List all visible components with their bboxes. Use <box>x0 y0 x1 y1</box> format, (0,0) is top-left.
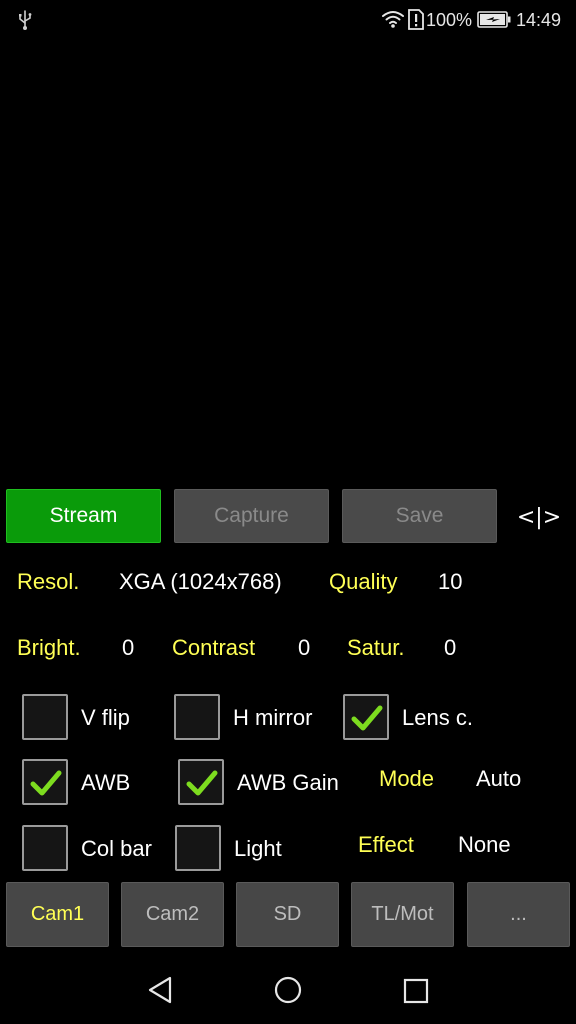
tab-tl-mot[interactable]: TL/Mot <box>351 882 454 947</box>
resolution-label: Resol. <box>17 569 80 594</box>
alert-icon <box>408 9 424 30</box>
checkmark-icon <box>186 770 218 796</box>
recents-icon[interactable] <box>403 978 429 1004</box>
effect-value[interactable]: None <box>458 832 511 858</box>
brightness-value[interactable]: 0 <box>122 635 134 661</box>
tab-sd[interactable]: SD <box>236 882 339 947</box>
status-bar: 100% 14:49 <box>0 0 576 40</box>
stream-button[interactable]: Stream <box>6 489 161 543</box>
toggle-panel-icon[interactable]: <|> <box>515 503 563 533</box>
capture-button[interactable]: Capture <box>174 489 329 543</box>
usb-icon <box>19 10 32 30</box>
lensc-checkbox[interactable] <box>343 694 389 740</box>
contrast-label: Contrast <box>172 635 256 660</box>
colbar-label: Col bar <box>81 836 152 861</box>
save-button[interactable]: Save <box>342 489 497 543</box>
light-label: Light <box>234 836 282 861</box>
awbgain-label: AWB Gain <box>237 770 339 795</box>
tab-cam2[interactable]: Cam2 <box>121 882 224 947</box>
awbgain-checkbox[interactable] <box>178 759 224 805</box>
battery-percentage: 100% <box>426 10 473 30</box>
clock: 14:49 <box>516 10 562 30</box>
awb-label: AWB <box>81 770 131 795</box>
quality-label: Quality <box>329 569 398 594</box>
mode-label: Mode <box>379 766 435 791</box>
resolution-value[interactable]: XGA (1024x768) <box>119 569 282 595</box>
quality-value[interactable]: 10 <box>438 569 462 595</box>
colbar-checkbox[interactable] <box>22 825 68 871</box>
effect-label: Effect <box>358 832 414 857</box>
mode-value[interactable]: Auto <box>476 766 521 792</box>
wifi-icon <box>382 11 404 28</box>
lensc-label: Lens c. <box>402 705 473 730</box>
hmirror-checkbox[interactable] <box>174 694 220 740</box>
light-checkbox[interactable] <box>175 825 221 871</box>
contrast-value[interactable]: 0 <box>298 635 310 661</box>
brightness-label: Bright. <box>17 635 81 660</box>
saturation-value[interactable]: 0 <box>444 635 456 661</box>
vflip-label: V flip <box>81 705 130 730</box>
tab-cam1[interactable]: Cam1 <box>6 882 109 947</box>
hmirror-label: H mirror <box>233 705 313 730</box>
back-icon[interactable] <box>146 975 174 1005</box>
saturation-label: Satur. <box>347 635 405 660</box>
camera-preview <box>0 40 576 480</box>
awb-checkbox[interactable] <box>22 759 68 805</box>
vflip-checkbox[interactable] <box>22 694 68 740</box>
checkmark-icon <box>30 770 62 796</box>
home-icon[interactable] <box>274 976 302 1004</box>
battery-charging-icon <box>477 11 511 28</box>
checkmark-icon <box>351 705 383 731</box>
tab-more[interactable]: ... <box>467 882 570 947</box>
